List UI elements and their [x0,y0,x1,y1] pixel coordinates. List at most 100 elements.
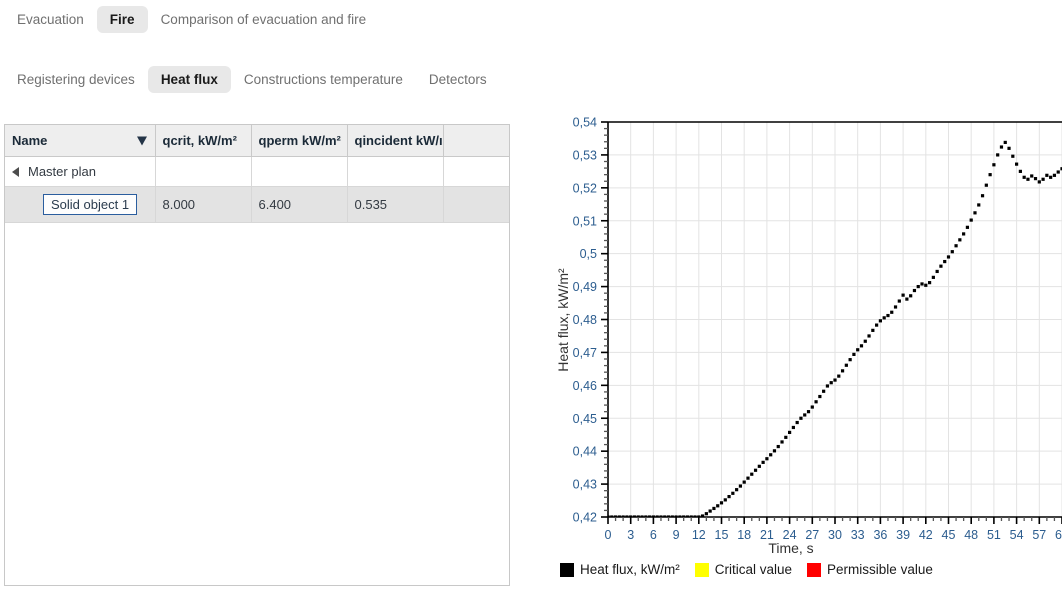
tab-evacuation[interactable]: Evacuation [4,6,97,33]
y-tick-label: 0,48 [573,313,597,327]
data-point [663,515,666,518]
data-point [762,461,765,464]
column-header-label: qcrit, kW/m² [163,133,237,148]
column-header-qincident[interactable]: qincident kW/ı [347,125,443,157]
data-point [841,369,844,372]
data-point [966,226,969,229]
data-point [758,465,761,468]
data-point [796,421,799,424]
column-header-qcrit[interactable]: qcrit, kW/m² [155,125,251,157]
tab-registering-devices[interactable]: Registering devices [4,66,148,93]
y-tick-label: 0,47 [573,346,597,360]
data-point [656,515,659,518]
legend-swatch [807,563,821,577]
data-point [958,238,961,241]
tab-heat-flux[interactable]: Heat flux [148,66,231,93]
collapse-triangle-icon[interactable] [12,167,19,177]
data-point [943,260,946,263]
data-point [799,417,802,420]
objects-table-panel: Name qcrit, kW/m² qperm kW/m²qincident kW/… [4,124,510,586]
y-tick-label: 0,49 [573,280,597,294]
data-point [894,305,897,308]
y-axis-title: Heat flux, kW/m² [555,235,571,405]
data-point [951,250,954,253]
y-tick-label: 0,43 [573,478,597,492]
cell-extra[interactable] [443,187,509,223]
data-point [727,495,730,498]
group-empty-cell [443,157,509,187]
data-point [780,440,783,443]
data-point [932,276,935,279]
data-point [1053,174,1056,177]
y-tick-label: 0,54 [573,116,597,130]
data-point [818,395,821,398]
data-point [879,319,882,322]
row-name-label[interactable]: Solid object 1 [43,194,137,215]
data-point [724,498,727,501]
tab-detectors[interactable]: Detectors [416,66,500,93]
tab-fire[interactable]: Fire [97,6,148,33]
table-group-row[interactable]: Master plan [5,157,509,187]
x-tick-label: 60 [1055,528,1062,542]
group-name-label: Master plan [28,164,96,179]
data-point [977,203,980,206]
data-point [765,457,768,460]
y-tick-label: 0,45 [573,412,597,426]
column-header-blank[interactable] [443,125,509,157]
y-tick-label: 0,44 [573,445,597,459]
data-point [856,348,859,351]
tab-comparison-of-evacuation-and-fire[interactable]: Comparison of evacuation and fire [148,6,380,33]
data-point [1004,141,1007,144]
data-point [996,153,999,156]
data-point [640,515,643,518]
group-name-cell[interactable]: Master plan [5,157,155,187]
data-point [746,477,749,480]
legend-label: Heat flux, kW/m² [580,562,680,577]
column-header-qperm[interactable]: qperm kW/m² [251,125,347,157]
data-point [618,515,621,518]
cell-qcrit[interactable]: 8.000 [155,187,251,223]
data-point [939,265,942,268]
cell-name[interactable]: Solid object 1 [5,187,155,223]
data-point [1030,174,1033,177]
data-point [864,340,867,343]
data-point [947,255,950,258]
data-point [871,329,874,332]
objects-table: Name qcrit, kW/m² qperm kW/m²qincident kW/… [5,125,509,223]
table-head: Name qcrit, kW/m² qperm kW/m²qincident kW/… [5,125,509,157]
data-point [814,400,817,403]
secondary-tab-bar: Registering devicesHeat fluxConstruction… [4,66,500,93]
heat-flux-chart: 0,420,430,440,450,460,470,480,490,50,510… [540,112,1062,592]
data-point [712,507,715,510]
table-row[interactable]: Solid object 1 8.0006.4000.535 [5,187,509,223]
data-point [1011,155,1014,158]
table-body: Master plan Solid object 1 8.0006.4000.535 [5,157,509,223]
data-point [973,211,976,214]
data-point [773,449,776,452]
data-point [860,344,863,347]
y-tick-label: 0,46 [573,379,597,393]
data-point [920,282,923,285]
cell-qperm[interactable]: 6.400 [251,187,347,223]
data-point [1015,163,1018,166]
data-point [1007,147,1010,150]
data-point [803,413,806,416]
x-axis-title: Time, s [540,540,1042,556]
data-point [1057,170,1060,173]
data-point [731,492,734,495]
tab-constructions-temperature[interactable]: Constructions temperature [231,66,416,93]
column-header-label: Name [12,133,47,148]
data-point [845,364,848,367]
data-point [981,194,984,197]
y-tick-label: 0,51 [573,214,597,228]
funnel-icon[interactable] [137,136,147,145]
data-point [898,299,901,302]
cell-qincident[interactable]: 0.535 [347,187,443,223]
data-point [735,488,738,491]
group-empty-cell [347,157,443,187]
data-point [686,515,689,518]
data-point [830,381,833,384]
column-header-name[interactable]: Name [5,125,155,157]
data-point [784,436,787,439]
data-point [610,515,613,518]
